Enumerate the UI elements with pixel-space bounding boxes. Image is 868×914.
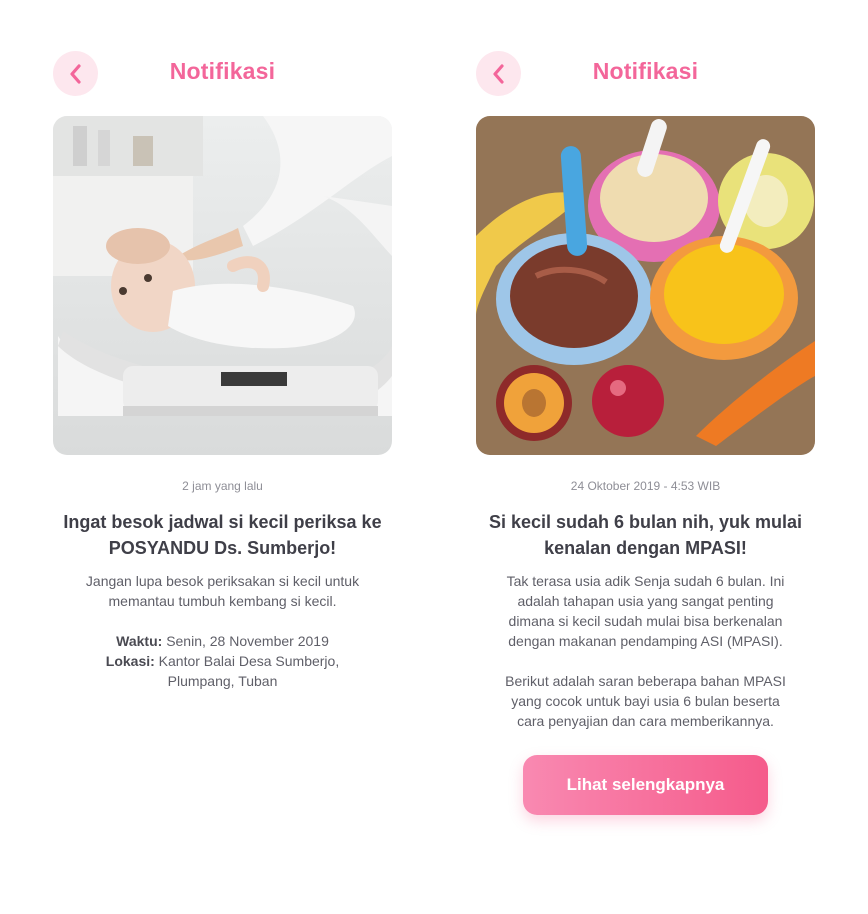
page-title: Notifikasi <box>169 58 276 84</box>
notification-timestamp: 2 jam yang lalu <box>182 479 263 493</box>
notification-title: Si kecil sudah 6 bulan nih, yuk mulai ke… <box>488 512 803 558</box>
notification-paragraph-1: Tak terasa usia adik Senja sudah 6 bulan… <box>506 573 785 649</box>
detail-label: Waktu: <box>116 633 163 649</box>
notification-title: Ingat besok jadwal si kecil periksa ke P… <box>63 512 382 558</box>
header: Notifikasi <box>476 0 815 116</box>
notification-body: Tak terasa usia adik Senja sudah 6 bulan… <box>476 571 815 731</box>
detail-row-time: Waktu: Senin, 28 November 2019 <box>73 631 372 651</box>
detail-value: Senin, 28 November 2019 <box>166 633 329 649</box>
notification-screen-posyandu: Notifikasi 2 jam yang lalu Ingat besok j… <box>53 0 392 914</box>
page-title: Notifikasi <box>592 58 699 84</box>
notification-timestamp: 24 Oktober 2019 - 4:53 WIB <box>570 479 721 493</box>
notification-message: Jangan lupa besok periksakan si kecil un… <box>85 573 360 609</box>
notification-screen-mpasi: Notifikasi 24 Oktober 2019 - 4:53 WIB Si… <box>476 0 815 914</box>
hero-image-baby-food <box>476 116 815 455</box>
header: Notifikasi <box>53 0 392 116</box>
see-more-button[interactable]: Lihat selengkapnya <box>523 755 768 815</box>
detail-row-location: Lokasi: Kantor Balai Desa Sumberjo, Plum… <box>73 651 372 691</box>
hero-image-baby-scale <box>53 116 392 455</box>
notification-paragraph-2: Berikut adalah saran beberapa bahan MPAS… <box>505 673 786 729</box>
detail-value: Kantor Balai Desa Sumberjo, Plumpang, Tu… <box>158 653 340 689</box>
notification-body: Jangan lupa besok periksakan si kecil un… <box>53 571 392 691</box>
detail-label: Lokasi: <box>105 653 155 669</box>
